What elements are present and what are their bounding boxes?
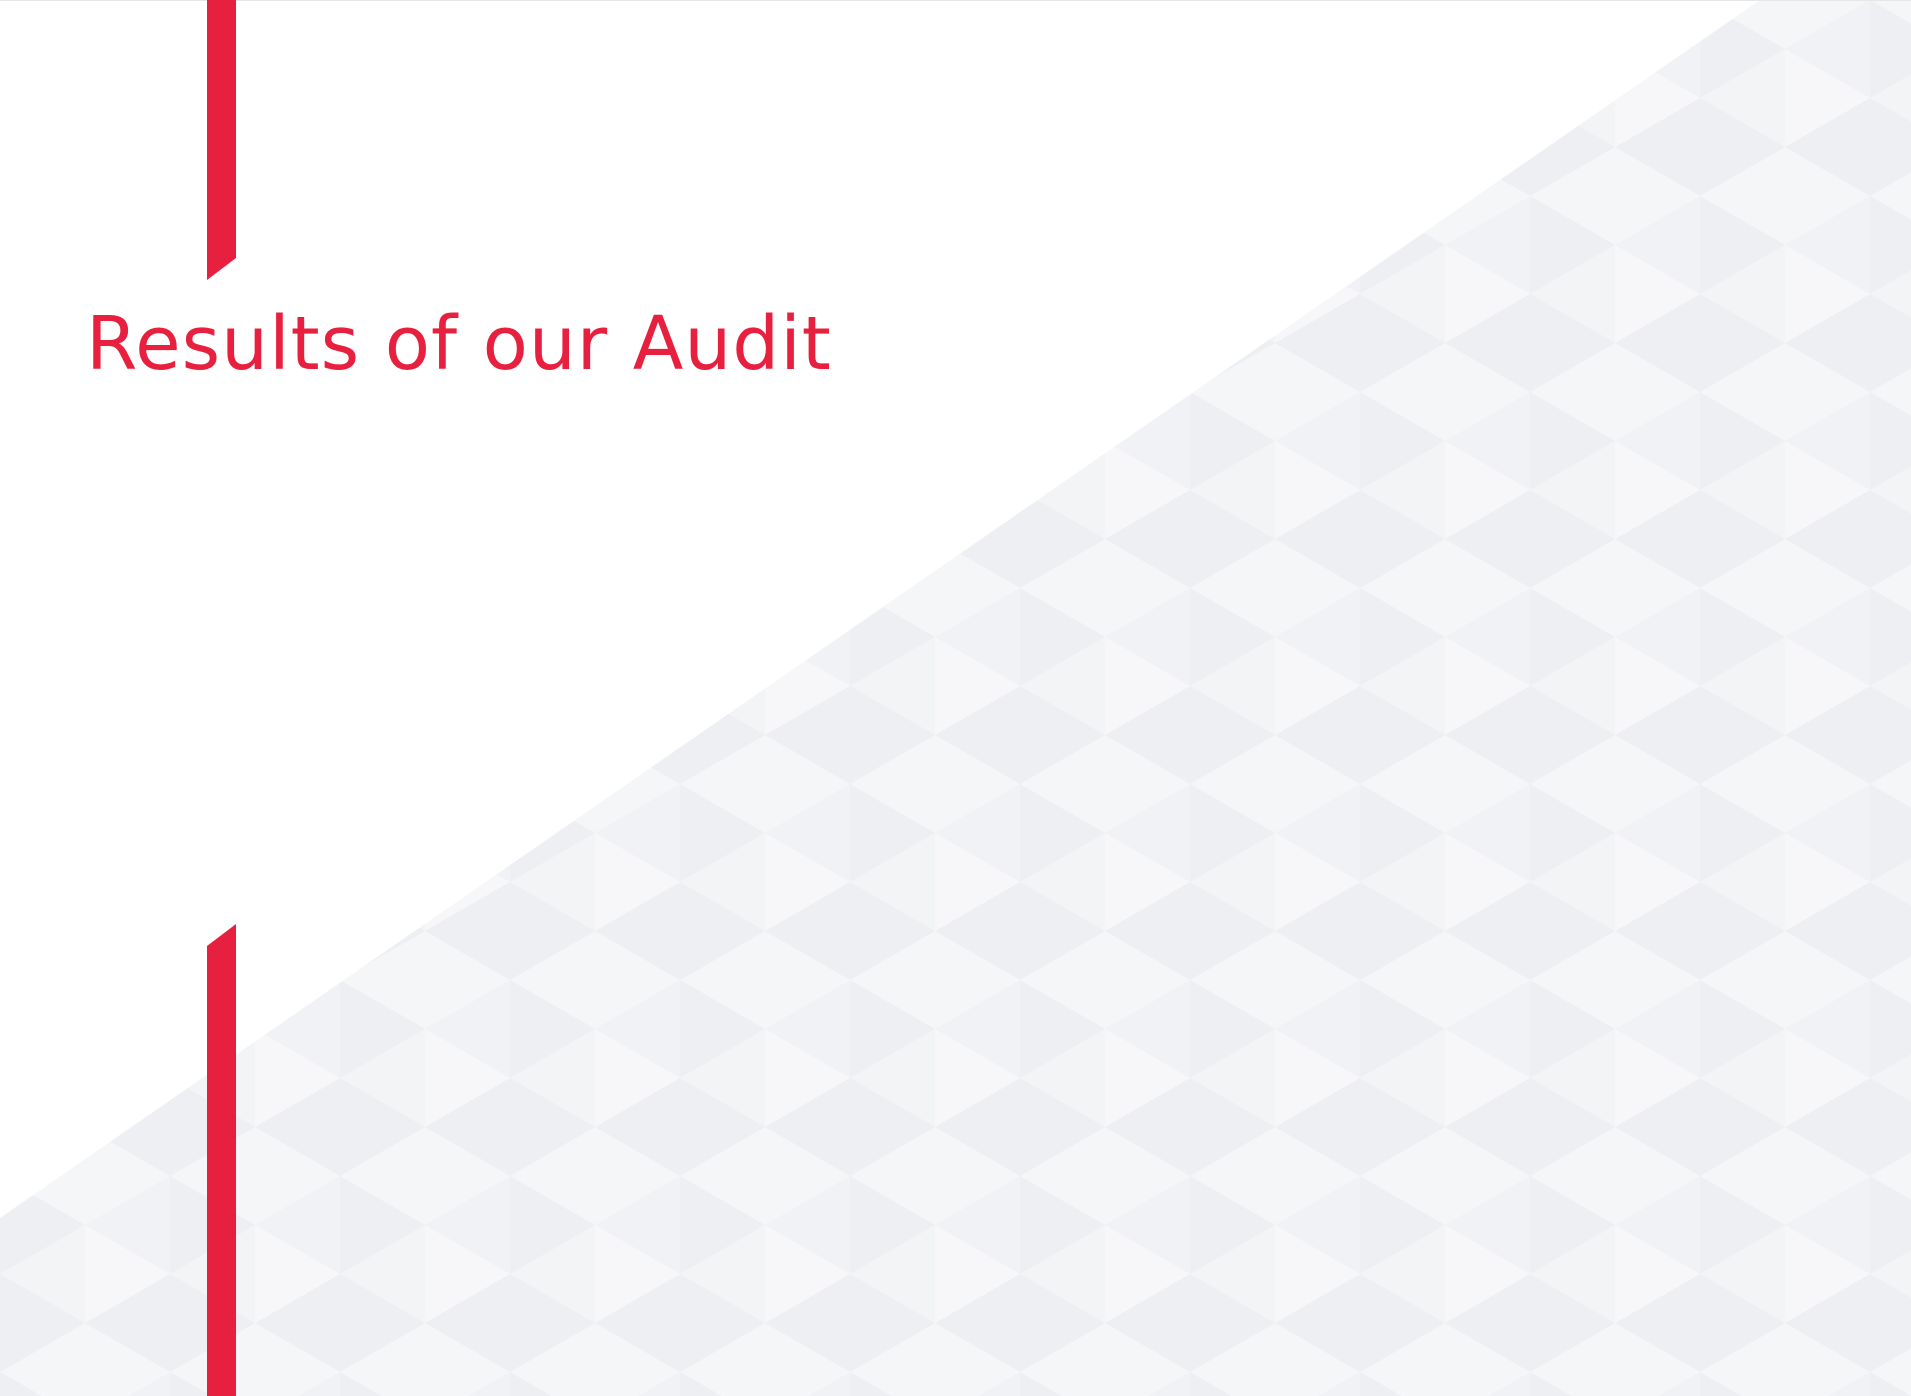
slide-title: Results of our Audit <box>86 301 832 387</box>
top-accent-bar <box>207 0 236 280</box>
slide: Results of our Audit <box>0 0 1911 1396</box>
accent-bars <box>207 0 236 1396</box>
bottom-accent-bar <box>207 924 236 1396</box>
